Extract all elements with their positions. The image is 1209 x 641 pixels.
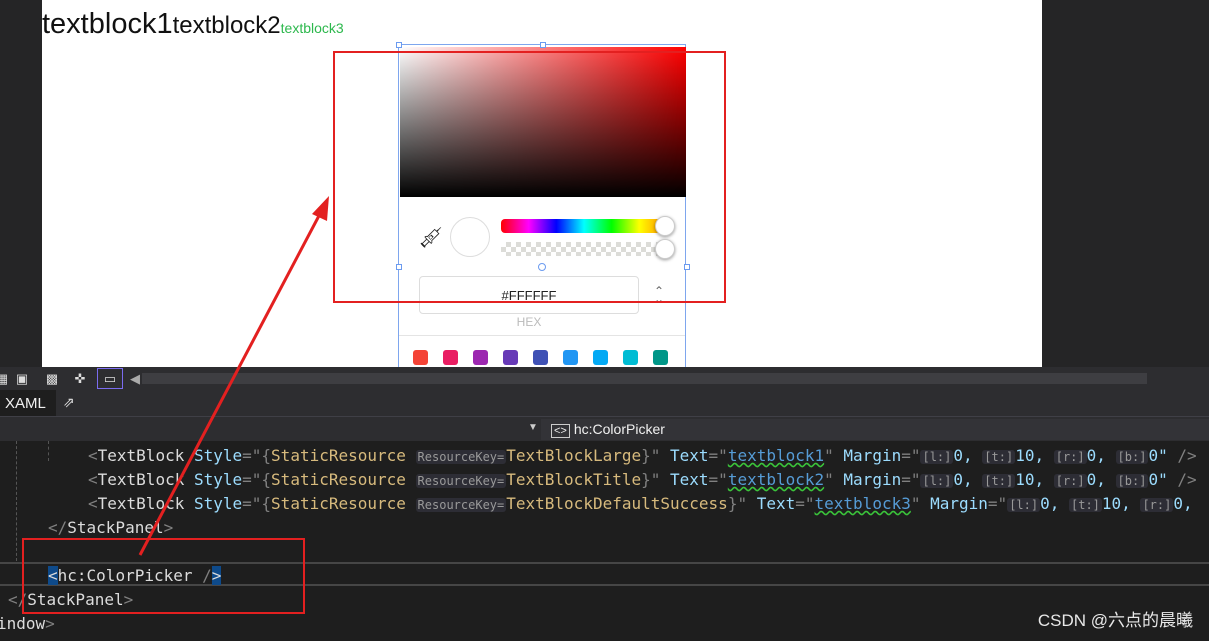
arrow-shaft [138,209,324,556]
watermark: CSDN @六点的晨曦 [1037,611,1193,630]
annotation-arrow [138,196,329,556]
arrow-head [312,196,329,221]
